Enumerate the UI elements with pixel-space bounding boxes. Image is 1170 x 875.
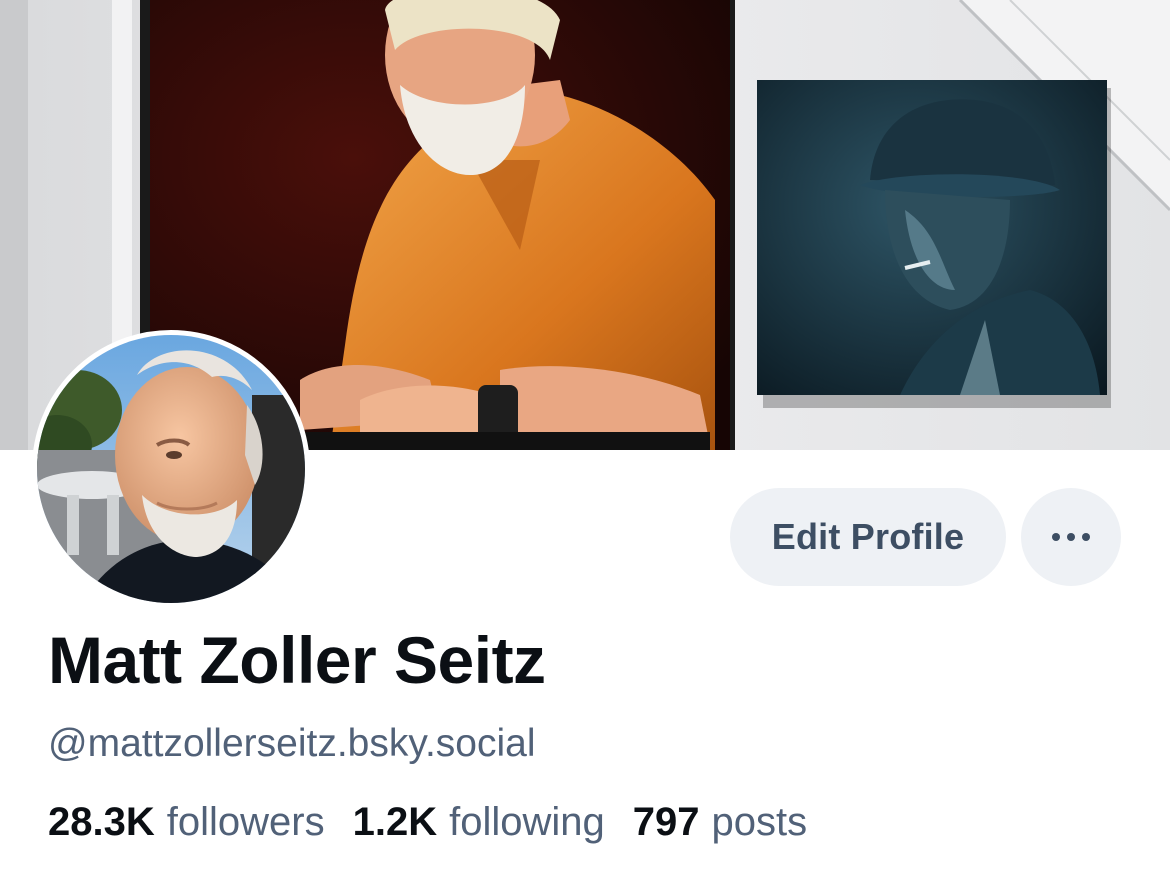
edit-profile-label: Edit Profile bbox=[771, 516, 965, 557]
display-name: Matt Zoller Seitz bbox=[48, 623, 546, 697]
avatar-photo bbox=[37, 335, 305, 603]
following-count: 1.2K bbox=[352, 800, 438, 844]
profile-handle: @mattzollerseitz.bsky.social bbox=[48, 722, 536, 765]
posts-label: posts bbox=[711, 800, 808, 844]
more-options-button[interactable] bbox=[1021, 488, 1121, 586]
ellipsis-icon bbox=[1052, 533, 1090, 541]
following-label: following bbox=[449, 800, 605, 844]
avatar[interactable] bbox=[32, 330, 310, 608]
followers-stat[interactable]: 28.3K followers bbox=[48, 800, 325, 845]
following-stat[interactable]: 1.2K following bbox=[353, 800, 605, 845]
followers-count: 28.3K bbox=[48, 800, 155, 844]
edit-profile-button[interactable]: Edit Profile bbox=[730, 488, 1006, 586]
posts-stat: 797 posts bbox=[633, 800, 807, 845]
profile-stats: 28.3K followers 1.2K following 797 posts bbox=[48, 800, 807, 845]
posts-count: 797 bbox=[632, 800, 700, 844]
followers-label: followers bbox=[166, 800, 325, 844]
profile-page: Edit Profile Matt Zoller Seitz @mattzoll… bbox=[0, 0, 1170, 875]
